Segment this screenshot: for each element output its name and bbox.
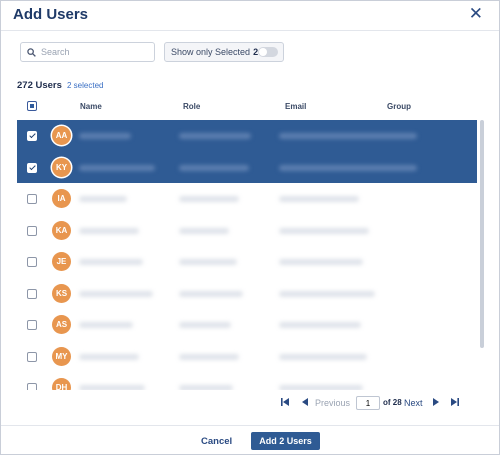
table-row[interactable]: AA: [17, 120, 477, 152]
row-checkbox[interactable]: [27, 162, 37, 173]
table-row[interactable]: MY: [17, 341, 477, 373]
email-cell-redacted: [279, 353, 367, 360]
email-cell-redacted: [279, 133, 417, 139]
next-page-icon[interactable]: [431, 397, 441, 407]
role-cell-redacted: [179, 133, 251, 139]
avatar: AS: [52, 315, 71, 334]
name-cell-redacted: [79, 259, 143, 265]
previous-page-icon[interactable]: [300, 397, 310, 407]
dialog-footer: Cancel Add 2 Users: [1, 425, 499, 454]
next-page-button[interactable]: Next: [404, 398, 423, 408]
email-cell-redacted: [279, 196, 359, 202]
table-row[interactable]: KA: [17, 215, 477, 247]
table-row[interactable]: DH: [17, 372, 477, 390]
avatar: KS: [52, 283, 71, 303]
dialog-title: Add Users: [13, 6, 89, 23]
email-cell-redacted: [279, 259, 363, 265]
avatar: KY: [52, 157, 71, 177]
column-header-email[interactable]: Email: [285, 102, 306, 111]
avatar: KA: [52, 220, 71, 240]
name-cell-redacted: [79, 227, 139, 234]
row-checkbox[interactable]: [27, 194, 37, 204]
row-checkbox[interactable]: [27, 131, 37, 141]
dialog-header: Add Users ✕: [1, 1, 499, 31]
email-cell-redacted: [279, 290, 375, 297]
table-row[interactable]: JE: [17, 246, 477, 278]
avatar: DH: [52, 378, 71, 390]
name-cell-redacted: [79, 290, 153, 297]
role-cell-redacted: [179, 227, 229, 234]
role-cell-redacted: [179, 385, 233, 390]
row-checkbox[interactable]: [27, 288, 37, 299]
last-page-icon[interactable]: [450, 397, 460, 407]
previous-page-button[interactable]: Previous: [315, 398, 350, 408]
toggle-knob: [259, 48, 267, 56]
email-cell-redacted: [279, 164, 417, 171]
name-cell-redacted: [79, 196, 127, 202]
show-only-selected-toggle[interactable]: [258, 47, 278, 57]
row-checkbox[interactable]: [27, 257, 37, 267]
column-header-name[interactable]: Name: [80, 102, 102, 111]
page-count-label: of 28: [383, 398, 402, 407]
search-box[interactable]: [20, 42, 155, 62]
column-header-group[interactable]: Group: [387, 102, 411, 111]
table-scrollbar[interactable]: [480, 120, 484, 348]
avatar: MY: [52, 346, 71, 366]
role-cell-redacted: [179, 290, 243, 297]
add-users-dialog: Add Users ✕ Show only Selected 2 272 Use…: [0, 0, 500, 455]
role-cell-redacted: [179, 164, 249, 171]
checkmark-icon: [28, 131, 36, 139]
select-all-checkbox[interactable]: [27, 101, 37, 111]
row-checkbox[interactable]: [27, 383, 37, 390]
close-icon[interactable]: ✕: [469, 4, 483, 24]
table-row[interactable]: KY: [17, 151, 477, 183]
role-cell-redacted: [179, 259, 237, 265]
search-input[interactable]: [41, 47, 151, 57]
table-row[interactable]: IA: [17, 183, 477, 215]
avatar: IA: [52, 189, 71, 208]
name-cell-redacted: [79, 353, 139, 360]
table-row[interactable]: KS: [17, 278, 477, 310]
name-cell-redacted: [79, 164, 155, 171]
users-count: 272 Users: [17, 80, 62, 91]
selected-count: 2 selected: [67, 81, 104, 90]
checkmark-icon: [28, 163, 36, 170]
email-cell-redacted: [279, 322, 361, 328]
show-only-selected-label: Show only Selected: [171, 47, 251, 57]
add-users-button[interactable]: Add 2 Users: [251, 432, 320, 450]
name-cell-redacted: [79, 322, 133, 328]
avatar: JE: [52, 252, 71, 271]
first-page-icon[interactable]: [280, 397, 290, 407]
role-cell-redacted: [179, 353, 239, 360]
table-row[interactable]: AS: [17, 309, 477, 341]
row-checkbox[interactable]: [27, 320, 37, 330]
role-cell-redacted: [179, 196, 239, 202]
cancel-button[interactable]: Cancel: [201, 436, 232, 447]
avatar: AA: [52, 126, 71, 145]
name-cell-redacted: [79, 385, 145, 390]
role-cell-redacted: [179, 322, 231, 328]
page-number-input[interactable]: [356, 396, 380, 410]
column-header-role[interactable]: Role: [183, 102, 200, 111]
email-cell-redacted: [279, 227, 369, 234]
row-checkbox[interactable]: [27, 351, 37, 362]
show-only-selected-filter[interactable]: Show only Selected 2: [164, 42, 284, 62]
email-cell-redacted: [279, 385, 363, 390]
row-checkbox[interactable]: [27, 225, 37, 236]
search-icon: [27, 47, 36, 57]
name-cell-redacted: [79, 133, 131, 139]
users-table-body: AA KY IA KA JE KS AS MY DH: [17, 120, 477, 390]
